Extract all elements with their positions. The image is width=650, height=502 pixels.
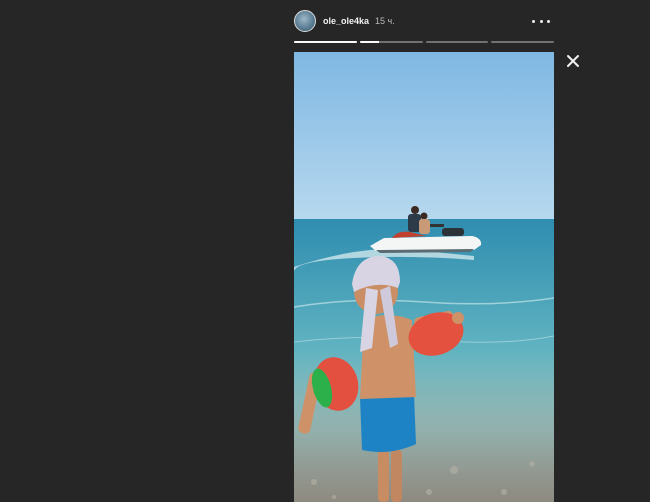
close-icon[interactable]: [564, 52, 582, 70]
progress-segment: [294, 41, 357, 43]
story-header: ole_ole4ka 15 ч.: [294, 8, 554, 34]
progress-segment: [425, 41, 489, 43]
story-photo[interactable]: [294, 52, 554, 502]
avatar[interactable]: [294, 10, 316, 32]
progress-segment: [359, 41, 423, 43]
username[interactable]: ole_ole4ka: [323, 16, 369, 26]
progress-fill: [359, 41, 379, 43]
sky: [294, 52, 554, 220]
story-progress-bars: [294, 41, 554, 44]
timestamp: 15 ч.: [375, 16, 395, 26]
progress-fill: [294, 41, 357, 43]
more-options-icon[interactable]: [532, 14, 550, 28]
progress-segment: [491, 41, 554, 43]
